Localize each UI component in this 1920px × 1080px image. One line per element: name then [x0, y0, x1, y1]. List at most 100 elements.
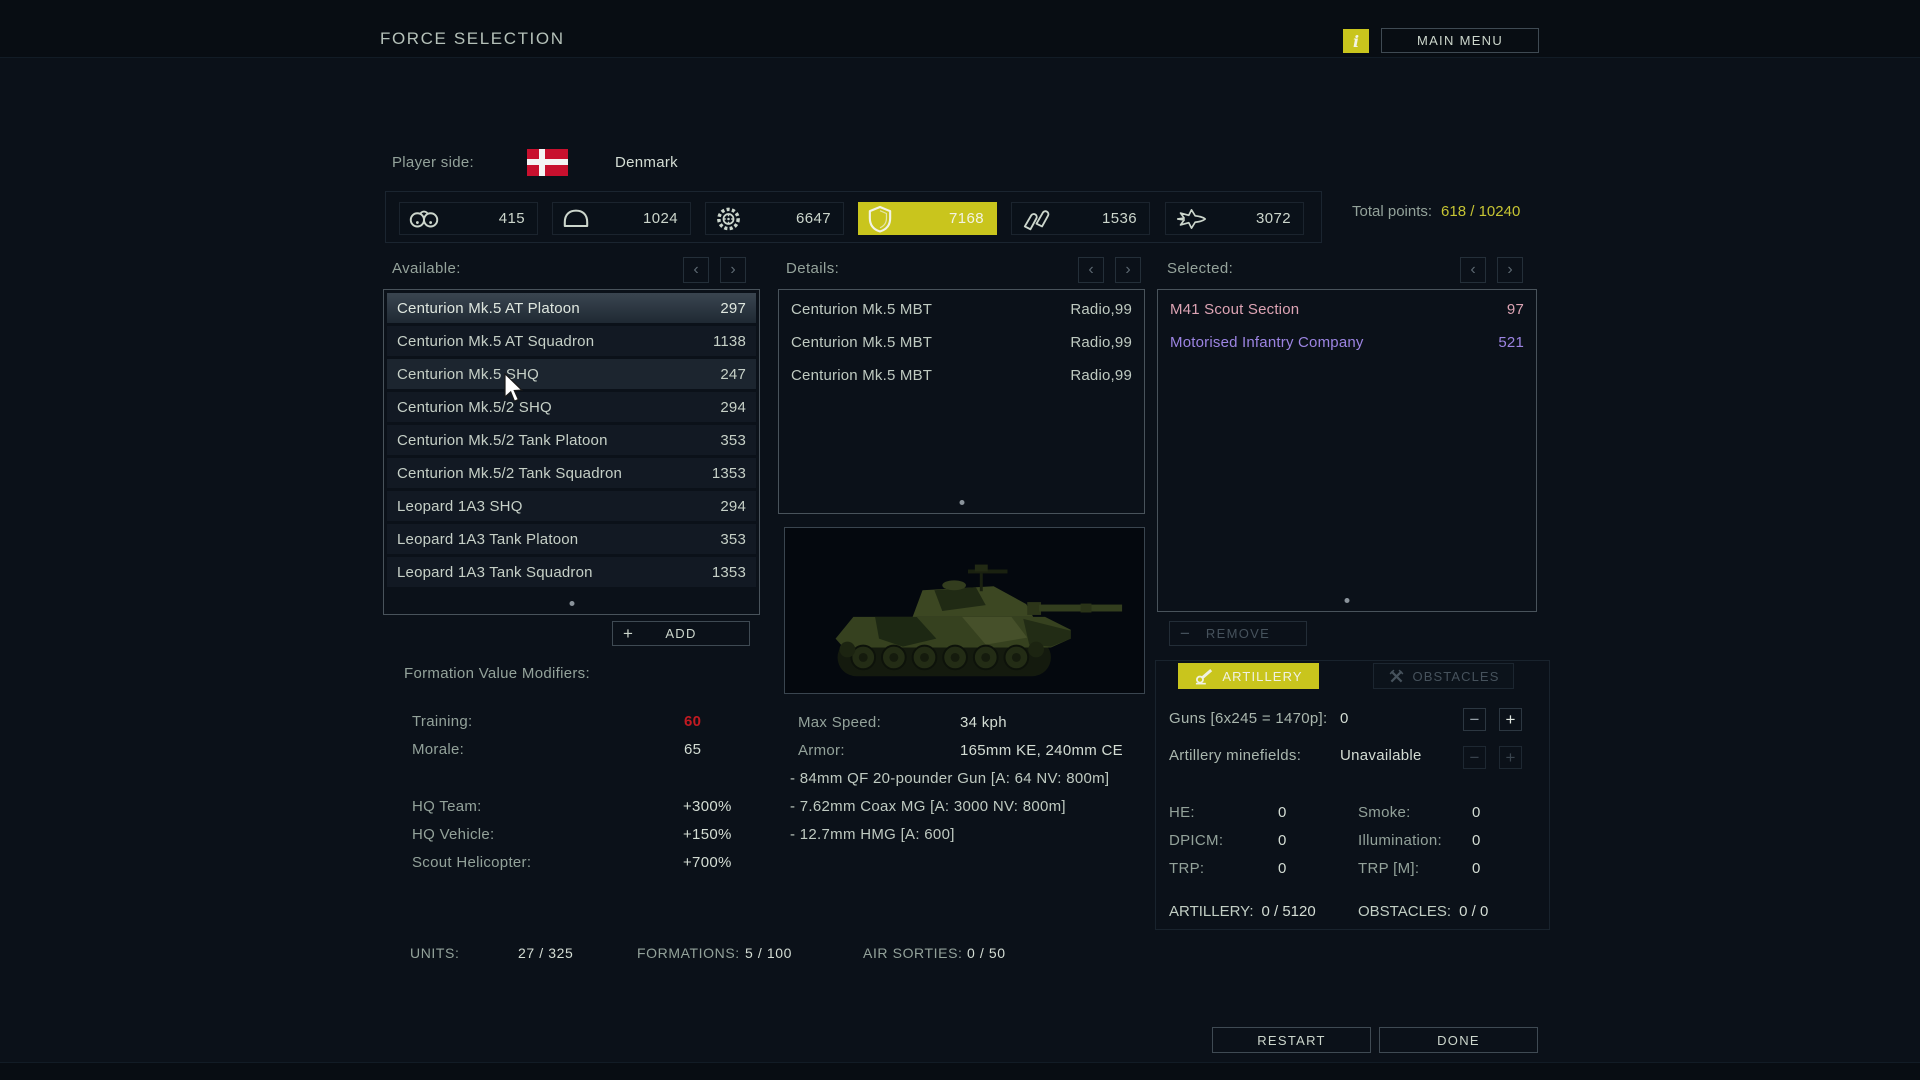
- page-title: FORCE SELECTION: [380, 29, 565, 49]
- list-item[interactable]: Centurion Mk.5/2 Tank Platoon353: [387, 425, 756, 455]
- tab-infantry[interactable]: 1024: [552, 202, 691, 235]
- unit-name: Leopard 1A3 SHQ: [397, 498, 523, 515]
- tab-points: 6647: [796, 203, 831, 234]
- detail-row[interactable]: Centurion Mk.5 MBT Radio,99: [791, 359, 1132, 392]
- tab-air[interactable]: 3072: [1165, 202, 1304, 235]
- tab-points: 415: [499, 203, 525, 234]
- training-label: Training:: [412, 713, 473, 730]
- list-item[interactable]: Centurion Mk.5 AT Squadron 1138: [387, 326, 756, 356]
- weapon-line: - 84mm QF 20-pounder Gun [A: 64 NV: 800m…: [790, 770, 1109, 787]
- details-list: Centurion Mk.5 MBT Radio,99 Centurion Mk…: [778, 289, 1145, 514]
- tab-soft-vehicles[interactable]: 6647: [705, 202, 844, 235]
- illumination-label: Illumination:: [1358, 832, 1442, 849]
- detail-row[interactable]: Centurion Mk.5 MBT Radio,99: [791, 326, 1132, 359]
- add-button-label: ADD: [665, 626, 696, 641]
- selected-unit-name: M41 Scout Section: [1170, 301, 1299, 318]
- restart-button[interactable]: RESTART: [1212, 1027, 1371, 1053]
- list-item[interactable]: Leopard 1A3 Tank Squadron1353: [387, 557, 756, 587]
- units-value: 27 / 325: [518, 945, 573, 961]
- available-list: Centurion Mk.5 AT Platoon297 Centurion M…: [383, 289, 760, 615]
- guns-increase-button[interactable]: +: [1499, 708, 1522, 731]
- total-points-label: Total points:: [1352, 203, 1432, 220]
- training-value: 60: [684, 713, 701, 730]
- tab-armor-selected[interactable]: 7168: [858, 202, 997, 235]
- formations-label: FORMATIONS:: [637, 945, 740, 961]
- trp-m-value: 0: [1472, 860, 1481, 877]
- selected-row[interactable]: M41 Scout Section 97: [1170, 293, 1524, 326]
- dpicm-value: 0: [1278, 832, 1287, 849]
- obstacles-tab[interactable]: OBSTACLES: [1373, 663, 1514, 689]
- tab-recon[interactable]: 415: [399, 202, 538, 235]
- unit-name: Centurion Mk.5/2 Tank Squadron: [397, 465, 622, 482]
- guns-label: Guns [6x245 = 1470p]:: [1169, 710, 1328, 727]
- page-indicator-dot: [959, 500, 964, 505]
- details-next-button[interactable]: ›: [1115, 257, 1141, 283]
- centurion-tank-image: [785, 528, 1144, 693]
- info-button[interactable]: i: [1343, 29, 1369, 53]
- tab-anti-tank[interactable]: 1536: [1011, 202, 1150, 235]
- artillery-tab-label: ARTILLERY: [1222, 669, 1302, 684]
- list-item[interactable]: Centurion Mk.5 AT Platoon297: [387, 293, 756, 323]
- unit-preview-image: [784, 527, 1145, 694]
- unit-name: Leopard 1A3 Tank Platoon: [397, 531, 578, 548]
- unit-name: Centurion Mk.5 AT Squadron: [397, 333, 594, 350]
- minefields-increase-button[interactable]: +: [1499, 746, 1522, 769]
- available-prev-button[interactable]: ‹: [683, 257, 709, 283]
- selected-prev-button[interactable]: ‹: [1460, 257, 1486, 283]
- air-sorties-value: 0 / 50: [967, 945, 1006, 961]
- remove-button-label: REMOVE: [1206, 626, 1270, 641]
- dpicm-label: DPICM:: [1169, 832, 1223, 849]
- done-button[interactable]: DONE: [1379, 1027, 1538, 1053]
- detail-unit-name: Centurion Mk.5 MBT: [791, 367, 932, 384]
- selected-row[interactable]: Motorised Infantry Company 521: [1170, 326, 1524, 359]
- minus-icon: −: [1180, 624, 1190, 644]
- list-item[interactable]: Centurion Mk.5 SHQ247: [387, 359, 756, 389]
- guns-value: 0: [1340, 710, 1349, 727]
- player-side-label: Player side:: [392, 154, 474, 171]
- page-indicator-dot: [569, 601, 574, 606]
- smoke-value: 0: [1472, 804, 1481, 821]
- scout-helicopter-label: Scout Helicopter:: [412, 854, 531, 871]
- tab-points: 7168: [949, 203, 984, 234]
- category-tab-bar: 415 1024 6647 7168: [385, 191, 1322, 243]
- details-prev-button[interactable]: ‹: [1078, 257, 1104, 283]
- tab-points: 1024: [643, 203, 678, 234]
- obstacles-total-label: OBSTACLES:: [1358, 903, 1451, 920]
- available-next-button[interactable]: ›: [720, 257, 746, 283]
- obstacles-tab-label: OBSTACLES: [1413, 669, 1500, 684]
- hq-vehicle-label: HQ Vehicle:: [412, 826, 495, 843]
- selected-next-button[interactable]: ›: [1497, 257, 1523, 283]
- tab-points: 3072: [1256, 203, 1291, 234]
- detail-unit-name: Centurion Mk.5 MBT: [791, 301, 932, 318]
- shield-icon: [868, 205, 892, 233]
- tire-icon: [715, 205, 742, 232]
- add-button[interactable]: + ADD: [612, 621, 750, 646]
- detail-unit-info: Radio,99: [1070, 301, 1132, 318]
- obstacles-total: OBSTACLES: 0 / 0: [1358, 903, 1488, 920]
- artillery-total-value: 0 / 5120: [1262, 903, 1316, 920]
- jet-icon: [1175, 206, 1208, 232]
- unit-points: 1138: [713, 333, 746, 350]
- unit-points: 1353: [712, 564, 746, 581]
- units-label: UNITS:: [410, 945, 460, 961]
- hq-team-value: +300%: [683, 798, 732, 815]
- minefields-label: Artillery minefields:: [1169, 747, 1301, 764]
- detail-row[interactable]: Centurion Mk.5 MBT Radio,99: [791, 293, 1132, 326]
- remove-button[interactable]: − REMOVE: [1169, 621, 1307, 646]
- list-item[interactable]: Centurion Mk.5/2 SHQ294: [387, 392, 756, 422]
- top-bar: [0, 0, 1920, 58]
- trp-m-label: TRP [M]:: [1358, 860, 1419, 877]
- trp-label: TRP:: [1169, 860, 1204, 877]
- list-item[interactable]: Leopard 1A3 Tank Platoon353: [387, 524, 756, 554]
- denmark-flag-icon: [527, 149, 568, 176]
- list-item[interactable]: Leopard 1A3 SHQ294: [387, 491, 756, 521]
- guns-decrease-button[interactable]: −: [1463, 708, 1486, 731]
- artillery-tab[interactable]: ARTILLERY: [1178, 663, 1319, 689]
- weapon-line: - 12.7mm HMG [A: 600]: [790, 826, 955, 843]
- morale-value: 65: [684, 741, 701, 758]
- plus-icon: +: [623, 624, 633, 644]
- max-speed-value: 34 kph: [960, 714, 1007, 731]
- list-item[interactable]: Centurion Mk.5/2 Tank Squadron1353: [387, 458, 756, 488]
- main-menu-button[interactable]: MAIN MENU: [1381, 28, 1539, 53]
- minefields-decrease-button[interactable]: −: [1463, 746, 1486, 769]
